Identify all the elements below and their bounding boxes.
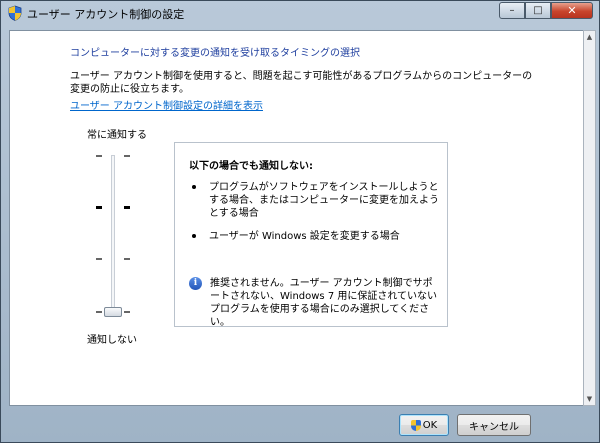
- uac-details-link[interactable]: ユーザー アカウント制御設定の詳細を表示: [70, 97, 263, 112]
- slider-tick: [96, 206, 102, 209]
- level-description-title: 以下の場合でも通知しない:: [189, 161, 313, 172]
- slider-tick: [96, 155, 102, 157]
- level-description-box: 以下の場合でも通知しない: プログラムがソフトウェアをインストールしようとする場…: [174, 142, 448, 328]
- list-item: ユーザーが Windows 設定を変更する場合: [189, 230, 441, 243]
- slider-top-label: 常に通知する: [87, 130, 147, 141]
- bullet-icon: [192, 234, 196, 238]
- page-heading: コンピューターに対する変更の通知を受け取るタイミングの選択: [70, 48, 360, 59]
- ok-button[interactable]: OK: [399, 414, 449, 436]
- description-text: ユーザー アカウント制御を使用すると、問題を起こす可能性があるプログラムからのコ…: [70, 71, 533, 95]
- caption-buttons: – □ ✕: [499, 2, 593, 20]
- content-pane: コンピューターに対する変更の通知を受け取るタイミングの選択 ユーザー アカウント…: [9, 30, 585, 406]
- slider-tick: [96, 258, 102, 260]
- level-description-list: プログラムがソフトウェアをインストールしようとする場合、またはコンピューターに変…: [189, 181, 441, 253]
- list-item: プログラムがソフトウェアをインストールしようとする場合、またはコンピューターに変…: [189, 181, 441, 220]
- scroll-down-icon[interactable]: ▼: [584, 393, 595, 405]
- slider-tick: [124, 155, 130, 157]
- uac-shield-icon: [410, 419, 421, 431]
- minimize-button[interactable]: –: [499, 2, 525, 19]
- uac-shield-icon: [8, 5, 22, 21]
- info-icon: i: [189, 277, 202, 290]
- scroll-up-icon[interactable]: ▲: [584, 31, 595, 43]
- title-bar[interactable]: ユーザー アカウント制御の設定 – □ ✕: [1, 1, 599, 25]
- ok-button-label: OK: [422, 419, 438, 431]
- cancel-button[interactable]: キャンセル: [457, 414, 531, 436]
- close-icon: ✕: [567, 4, 577, 17]
- notification-level-slider-thumb[interactable]: [104, 307, 122, 317]
- slider-bottom-label: 通知しない: [87, 335, 137, 346]
- window-title: ユーザー アカウント制御の設定: [27, 8, 185, 21]
- bullet-icon: [192, 185, 196, 189]
- slider-tick: [124, 311, 130, 313]
- close-button[interactable]: ✕: [551, 2, 593, 19]
- maximize-button[interactable]: □: [525, 2, 551, 19]
- cancel-button-label: キャンセル: [469, 421, 519, 433]
- maximize-icon: □: [533, 5, 543, 16]
- notification-level-slider-track[interactable]: [111, 155, 115, 315]
- slider-tick: [96, 311, 102, 313]
- dialog-footer: OK キャンセル: [9, 406, 596, 439]
- vertical-scrollbar[interactable]: ▲ ▼: [583, 30, 596, 406]
- slider-tick: [124, 206, 130, 209]
- minimize-icon: –: [509, 5, 515, 16]
- recommendation-note-text: 推奨されません。ユーザー アカウント制御でサポートされない、Windows 7 …: [210, 278, 438, 328]
- slider-tick: [124, 258, 130, 260]
- uac-settings-window: ユーザー アカウント制御の設定 – □ ✕ コンピューターに対する変更の通知を受…: [0, 0, 600, 443]
